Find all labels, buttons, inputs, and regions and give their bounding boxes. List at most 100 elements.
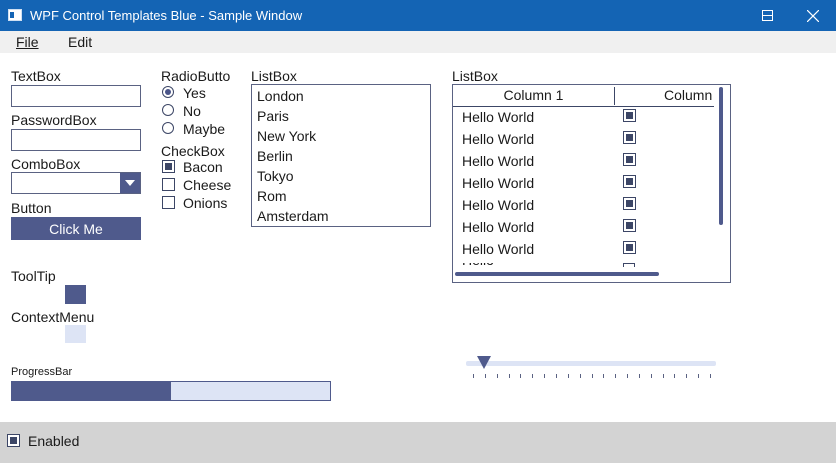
row-checkbox[interactable]: [623, 109, 636, 122]
chevron-down-icon: [125, 180, 135, 186]
slider-tick: [627, 374, 628, 378]
row-text: Hello World: [462, 197, 535, 213]
radio-maybe[interactable]: Maybe: [162, 121, 242, 140]
radio-yes[interactable]: Yes: [162, 85, 242, 104]
maximize-button[interactable]: [744, 0, 790, 31]
menu-edit[interactable]: Edit: [68, 34, 92, 50]
slider-tick: [473, 374, 474, 378]
column-divider[interactable]: [614, 87, 615, 105]
row-checkbox[interactable]: [623, 197, 636, 210]
table-row[interactable]: Hello World: [453, 151, 714, 173]
checkbox-indicator: [7, 434, 20, 447]
slider-tick: [556, 374, 557, 378]
slider-thumb[interactable]: [477, 356, 491, 369]
progressbar-label: ProgressBar: [11, 366, 73, 378]
row-checkbox[interactable]: [623, 153, 636, 166]
menu-edit-label: Edit: [68, 34, 93, 50]
list-item[interactable]: London: [252, 86, 430, 106]
password-input[interactable]: [11, 129, 141, 151]
row-text: Hello World: [462, 131, 535, 147]
status-bar: Enabled: [0, 422, 836, 463]
horizontal-scrollbar[interactable]: [455, 272, 659, 276]
slider-tick: [568, 374, 569, 378]
slider-tick: [710, 374, 711, 378]
combobox[interactable]: [11, 172, 141, 194]
table-row[interactable]: Hello World: [453, 107, 714, 129]
slider-tick: [698, 374, 699, 378]
combobox-label: ComboBox: [11, 156, 81, 172]
listbox-label: ListBox: [251, 68, 297, 84]
row-checkbox[interactable]: [623, 175, 636, 188]
slider-tick: [544, 374, 545, 378]
list-item[interactable]: New York: [252, 126, 430, 146]
table-row[interactable]: Hello World: [453, 195, 714, 217]
checkbox-bacon[interactable]: Bacon: [162, 159, 242, 178]
menu-file[interactable]: File: [16, 34, 39, 50]
menu-file-label: File: [16, 34, 39, 50]
click-me-button[interactable]: Click Me: [11, 217, 141, 240]
table-row[interactable]: Hello World: [453, 129, 714, 151]
radio-indicator: [162, 86, 174, 98]
slider-track[interactable]: [466, 361, 716, 366]
row-checkbox[interactable]: [623, 219, 636, 232]
window-title: WPF Control Templates Blue - Sample Wind…: [30, 8, 303, 23]
slider-tick: [663, 374, 664, 378]
radio-indicator: [162, 104, 174, 116]
column-header-2[interactable]: Column: [664, 87, 712, 103]
tooltip-label: ToolTip: [11, 268, 56, 284]
radio-group-label: RadioButto: [161, 68, 231, 84]
grid-listbox[interactable]: Column 1 Column Hello World Hello World He…: [452, 84, 731, 283]
passwordbox-label: PasswordBox: [11, 112, 97, 128]
vertical-scrollbar[interactable]: [719, 87, 723, 225]
app-icon: [8, 9, 22, 21]
combobox-dropdown-button[interactable]: [120, 173, 140, 193]
table-row[interactable]: Hello World: [453, 239, 714, 261]
row-text: Hello World: [462, 219, 535, 235]
text-input[interactable]: [11, 85, 141, 107]
checkbox-cheese[interactable]: Cheese: [162, 177, 242, 196]
partial-row-label: Hello World: [462, 263, 498, 269]
slider-tick: [497, 374, 498, 378]
checkbox-bacon-label: Bacon: [183, 159, 223, 175]
slider-tick: [592, 374, 593, 378]
contextmenu-label: ContextMenu: [11, 309, 95, 325]
tooltip-target[interactable]: [65, 285, 86, 304]
slider-tick: [615, 374, 616, 378]
contextmenu-target[interactable]: [65, 325, 86, 343]
radio-no-label: No: [183, 103, 201, 119]
row-text: Hello World: [462, 109, 535, 125]
table-row[interactable]: Hello World: [453, 173, 714, 195]
title-bar[interactable]: WPF Control Templates Blue - Sample Wind…: [0, 0, 836, 31]
close-button[interactable]: [790, 0, 836, 31]
maximize-icon: [761, 10, 773, 21]
slider-tick: [651, 374, 652, 378]
checkbox-onions[interactable]: Onions: [162, 195, 242, 214]
close-icon: [807, 9, 819, 22]
checkbox-indicator: [162, 196, 175, 209]
radio-no[interactable]: No: [162, 103, 242, 122]
column-header-1[interactable]: Column 1: [453, 87, 614, 103]
row-checkbox[interactable]: [623, 131, 636, 144]
menu-bar: File Edit: [0, 31, 836, 53]
row-text: Hello World: [462, 241, 535, 257]
list-item[interactable]: Rom: [252, 186, 430, 206]
table-row[interactable]: Hello World: [453, 217, 714, 239]
row-text: Hello World: [462, 175, 535, 191]
slider-tick: [686, 374, 687, 378]
slider-tick: [674, 374, 675, 378]
checkbox-onions-label: Onions: [183, 195, 228, 211]
list-item[interactable]: Amsterdam: [252, 206, 430, 226]
city-listbox[interactable]: London Paris New York Berlin Tokyo Rom A…: [251, 84, 431, 227]
slider-tick: [639, 374, 640, 378]
gridlist-label: ListBox: [452, 68, 498, 84]
slider-tick: [580, 374, 581, 378]
radio-yes-label: Yes: [183, 85, 206, 101]
checkbox-indicator: [162, 178, 175, 191]
grid-header: Column 1 Column: [453, 85, 714, 107]
list-item[interactable]: Tokyo: [252, 166, 430, 186]
list-item[interactable]: Paris: [252, 106, 430, 126]
progress-bar: [11, 381, 331, 401]
list-item[interactable]: Berlin: [252, 146, 430, 166]
enabled-checkbox[interactable]: Enabled: [7, 433, 107, 452]
row-checkbox[interactable]: [623, 241, 636, 254]
